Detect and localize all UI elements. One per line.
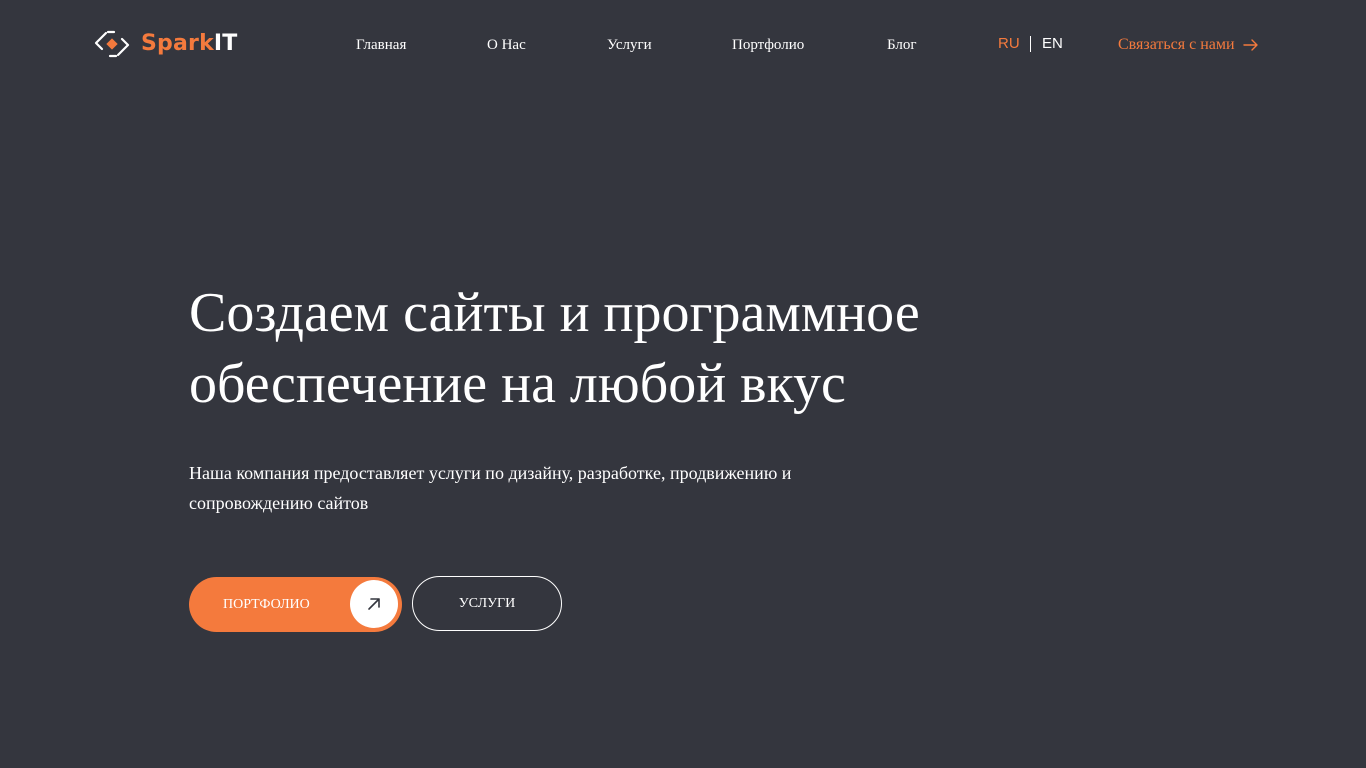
logo[interactable]: SparkIT [93,29,238,59]
nav-item-about[interactable]: О Нас [487,36,526,54]
logo-text: SparkIT [141,31,238,56]
lang-ru-toggle[interactable]: RU [998,35,1020,53]
arrow-up-right-icon [368,598,380,610]
contact-label: Связаться с нами [1118,36,1235,53]
nav-item-blog[interactable]: Блог [887,36,917,54]
hero-subtitle-line2: сопровождению сайтов [189,493,369,513]
portfolio-button[interactable]: Портфолио [189,577,402,632]
nav-item-services[interactable]: Услуги [607,36,652,54]
lang-divider [1030,36,1031,52]
arrow-right-icon [1242,39,1258,51]
services-button[interactable]: Услуги [412,576,562,631]
site-header: SparkIT Главная О Нас Услуги Портфолио Б… [0,0,1366,90]
portfolio-button-label: Портфолио [223,596,310,612]
hero-title-line1: Создаем сайты и программное [189,282,920,344]
nav-item-portfolio[interactable]: Портфолио [732,36,804,54]
hero-subtitle: Наша компания предоставляет услуги по ди… [189,458,889,518]
hero-title-line2: обеспечение на любой вкус [189,353,846,415]
nav-item-home[interactable]: Главная [356,36,406,54]
services-button-label: Услуги [458,595,516,611]
hero-subtitle-line1: Наша компания предоставляет услуги по ди… [189,463,792,483]
portfolio-button-circle [350,580,398,628]
contact-link[interactable]: Связаться с нами [1118,36,1259,54]
hero-title: Создаем сайты и программное обеспечение … [189,278,1089,420]
lang-en-toggle[interactable]: EN [1042,35,1063,53]
spark-logo-icon [94,30,130,58]
